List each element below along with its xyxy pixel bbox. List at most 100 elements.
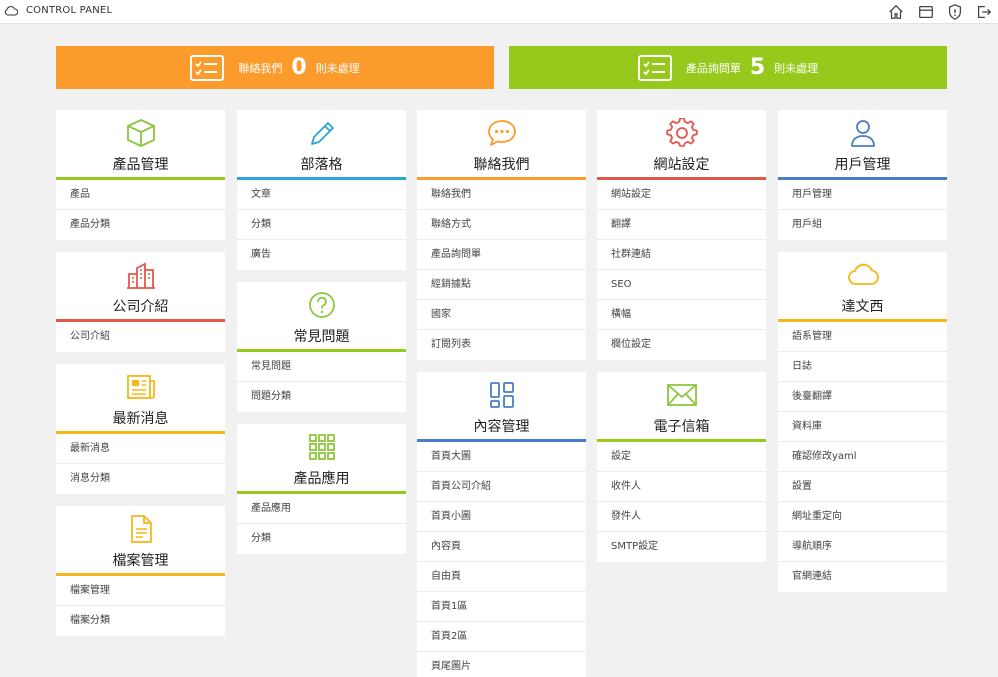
menu-item[interactable]: 橫幅 <box>597 300 766 330</box>
card-title: 產品管理 <box>112 157 169 173</box>
card-header[interactable]: 最新消息 <box>56 364 225 434</box>
card-accent-bar <box>597 439 766 442</box>
menu-item[interactable]: 首頁2區 <box>417 622 586 652</box>
gear-icon <box>665 118 698 147</box>
menu-item[interactable]: 產品分類 <box>56 210 225 240</box>
card-header[interactable]: 聯絡我們 <box>417 110 586 180</box>
menu-item[interactable]: 產品 <box>56 180 225 210</box>
menu-item[interactable]: 產品應用 <box>237 494 406 524</box>
menu-item[interactable]: 日誌 <box>778 352 947 382</box>
menu-item[interactable]: 用戶管理 <box>778 180 947 210</box>
menu-item[interactable]: 自由頁 <box>417 562 586 592</box>
card-header[interactable]: 常見問題 <box>237 282 406 352</box>
card-applications: 產品應用 產品應用 分類 <box>237 424 406 554</box>
menu-item[interactable]: 資料庫 <box>778 412 947 442</box>
menu-item[interactable]: 分類 <box>237 210 406 240</box>
menu-item[interactable]: 檔案管理 <box>56 576 225 606</box>
menu-item[interactable]: 首頁1區 <box>417 592 586 622</box>
card-header[interactable]: 內容管理 <box>417 372 586 442</box>
user-icon <box>850 120 875 147</box>
menu-item[interactable]: 常見問題 <box>237 352 406 382</box>
card-header[interactable]: 檔案管理 <box>56 506 225 576</box>
menu-item[interactable]: 設置 <box>778 472 947 502</box>
menu-item[interactable]: 翻譯 <box>597 210 766 240</box>
menu-item[interactable]: 產品詢問單 <box>417 240 586 270</box>
menu-item[interactable]: 首頁小圖 <box>417 502 586 532</box>
menu-item[interactable]: 首頁大圖 <box>417 442 586 472</box>
card-accent-bar <box>237 177 406 180</box>
menu-item[interactable]: 文章 <box>237 180 406 210</box>
card-accent-bar <box>56 177 225 180</box>
card-title: 用戶管理 <box>834 157 891 173</box>
menu-item[interactable]: 頁尾圖片 <box>417 652 586 677</box>
card-header[interactable]: 網站設定 <box>597 110 766 180</box>
menu-item[interactable]: 網址重定向 <box>778 502 947 532</box>
card-title: 檔案管理 <box>112 553 169 569</box>
building-icon <box>126 262 155 289</box>
menu-item[interactable]: 收件人 <box>597 472 766 502</box>
box-icon <box>126 119 155 147</box>
menu-item[interactable]: 公司介紹 <box>56 322 225 352</box>
menu-item[interactable]: SEO <box>597 270 766 300</box>
menu-item[interactable]: 內容頁 <box>417 532 586 562</box>
checklist-icon <box>637 54 672 81</box>
card-accent-bar <box>778 177 947 180</box>
menu-item[interactable]: 聯絡方式 <box>417 210 586 240</box>
menu-item[interactable]: 國家 <box>417 300 586 330</box>
menu-item[interactable]: 確認修改yaml <box>778 442 947 472</box>
menu-item[interactable]: 導航順序 <box>778 532 947 562</box>
card-accent-bar <box>237 491 406 494</box>
menu-item[interactable]: 發件人 <box>597 502 766 532</box>
menu-item[interactable]: 設定 <box>597 442 766 472</box>
menu-item[interactable]: 問題分類 <box>237 382 406 412</box>
home-icon[interactable] <box>887 3 905 21</box>
card-davinci: 達文西 語系管理 日誌 後臺翻譯 資料庫 確認修改yaml 設置 網址重定向 導… <box>778 252 947 592</box>
card-header[interactable]: 電子信箱 <box>597 372 766 442</box>
card-header[interactable]: 用戶管理 <box>778 110 947 180</box>
menu-item[interactable]: 最新消息 <box>56 434 225 464</box>
menu-item[interactable]: 首頁公司介紹 <box>417 472 586 502</box>
menu-item[interactable]: 社群連結 <box>597 240 766 270</box>
menu-item[interactable]: 經銷據點 <box>417 270 586 300</box>
alert-count: 5 <box>749 54 766 80</box>
envelope-icon <box>666 384 697 406</box>
window-icon[interactable] <box>917 3 935 21</box>
menu-item[interactable]: 欄位設定 <box>597 330 766 360</box>
card-title: 內容管理 <box>473 419 530 435</box>
alert-label: 聯絡我們 <box>238 61 283 75</box>
checklist-icon <box>190 54 225 81</box>
card-accent-bar <box>56 431 225 434</box>
menu-item[interactable]: SMTP設定 <box>597 532 766 562</box>
grid-icon <box>308 434 335 460</box>
card-header[interactable]: 產品應用 <box>237 424 406 494</box>
shield-icon[interactable] <box>946 3 964 21</box>
menu-item[interactable]: 聯絡我們 <box>417 180 586 210</box>
document-icon <box>130 515 152 543</box>
card-accent-bar <box>56 319 225 322</box>
menu-item[interactable]: 用戶組 <box>778 210 947 240</box>
card-header[interactable]: 部落格 <box>237 110 406 180</box>
menu-item[interactable]: 廣告 <box>237 240 406 270</box>
logout-icon[interactable] <box>975 3 993 21</box>
menu-item[interactable]: 後臺翻譯 <box>778 382 947 412</box>
menu-item[interactable]: 官網連結 <box>778 562 947 592</box>
card-header[interactable]: 產品管理 <box>56 110 225 180</box>
card-site-settings: 網站設定 網站設定 翻譯 社群連結 SEO 橫幅 欄位設定 <box>597 110 766 360</box>
column-5: 用戶管理 用戶管理 用戶組 達文西 語系管理 日誌 後臺翻譯 資料庫 確認修改y… <box>778 110 947 604</box>
card-accent-bar <box>417 439 586 442</box>
card-title: 達文西 <box>841 299 884 315</box>
menu-item[interactable]: 分類 <box>237 524 406 554</box>
menu-item[interactable]: 語系管理 <box>778 322 947 352</box>
menu-item[interactable]: 消息分類 <box>56 464 225 494</box>
card-accent-bar <box>417 177 586 180</box>
menu-item[interactable]: 網站設定 <box>597 180 766 210</box>
alert-contact[interactable]: 聯絡我們 0 則未處理 <box>56 46 494 89</box>
card-header[interactable]: 公司介紹 <box>56 252 225 322</box>
card-header[interactable]: 達文西 <box>778 252 947 322</box>
alert-suffix: 則未處理 <box>774 61 819 75</box>
alert-product-inquiry[interactable]: 產品詢問單 5 則未處理 <box>509 46 947 89</box>
cloud-icon <box>847 263 879 285</box>
menu-item[interactable]: 檔案分類 <box>56 606 225 636</box>
pencil-icon <box>310 122 334 145</box>
menu-item[interactable]: 訂閱列表 <box>417 330 586 360</box>
